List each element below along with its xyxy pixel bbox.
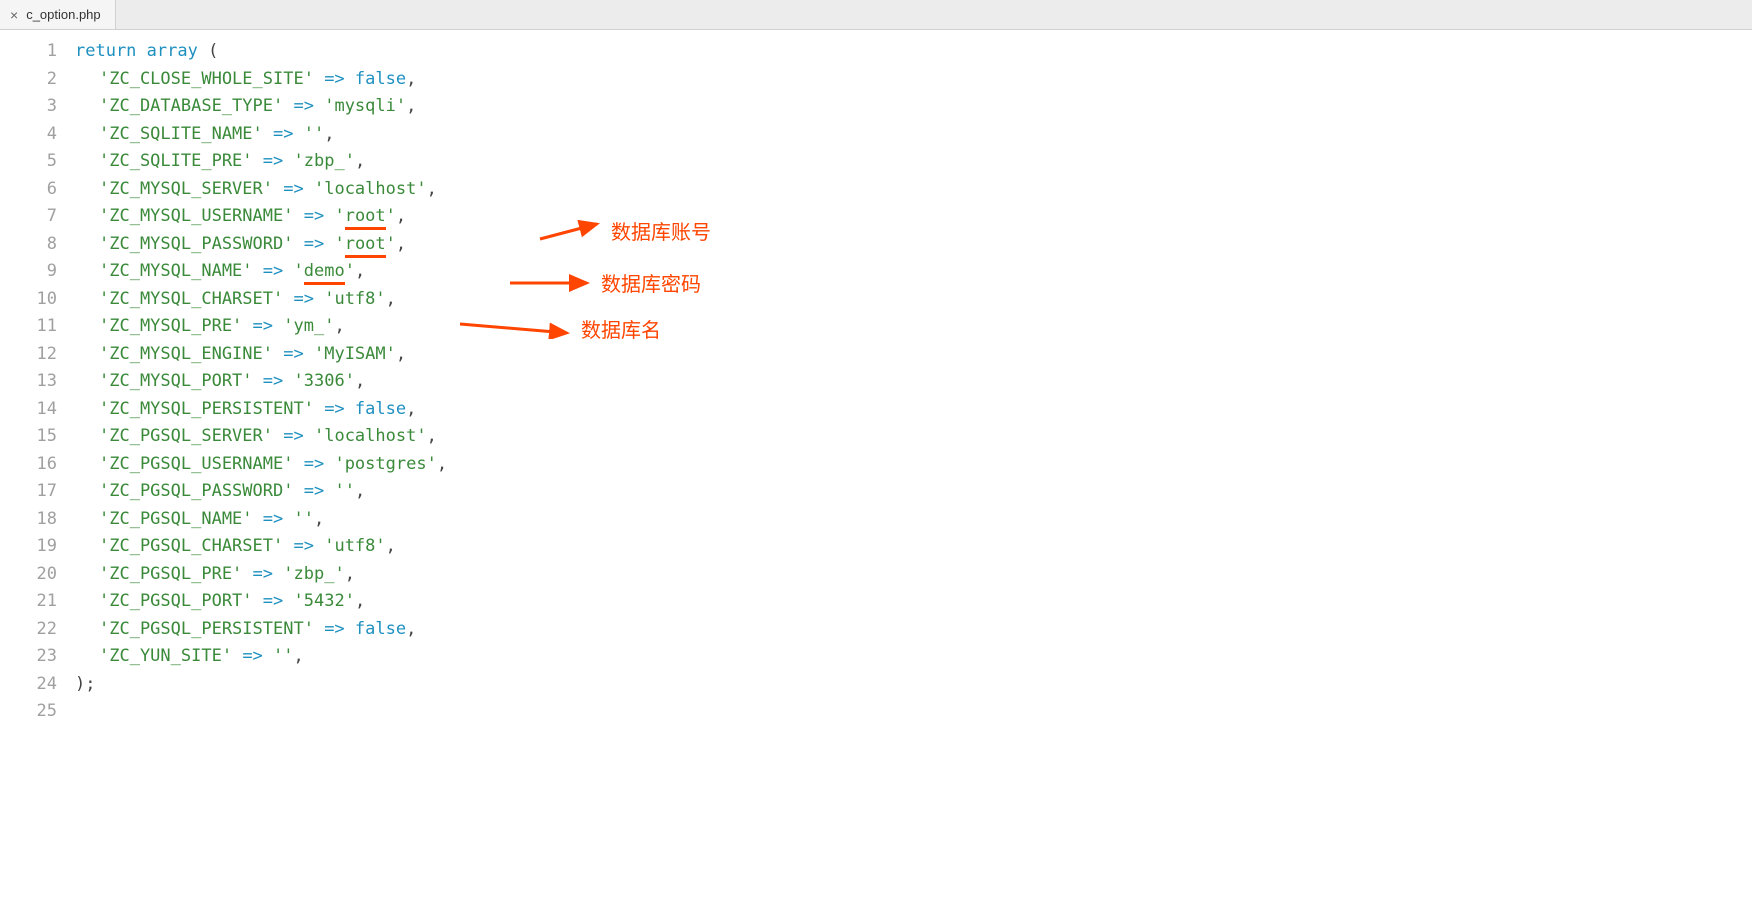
line-number: 24 [0, 671, 57, 699]
line-number-gutter: 1234567891011121314151617181920212223242… [0, 30, 75, 908]
tab-filename: c_option.php [26, 7, 100, 22]
code-line: 'ZC_PGSQL_CHARSET' => 'utf8', [75, 533, 1752, 561]
code-line: 'ZC_PGSQL_USERNAME' => 'postgres', [75, 451, 1752, 479]
line-number: 10 [0, 286, 57, 314]
code-line: 'ZC_MYSQL_NAME' => 'demo', [75, 258, 1752, 286]
line-number: 17 [0, 478, 57, 506]
code-line: 'ZC_MYSQL_USERNAME' => 'root', [75, 203, 1752, 231]
line-number: 14 [0, 396, 57, 424]
line-number: 3 [0, 93, 57, 121]
code-line: 'ZC_SQLITE_PRE' => 'zbp_', [75, 148, 1752, 176]
line-number: 4 [0, 121, 57, 149]
line-number: 22 [0, 616, 57, 644]
line-number: 6 [0, 176, 57, 204]
tab-bar: × c_option.php [0, 0, 1752, 30]
line-number: 5 [0, 148, 57, 176]
line-number: 1 [0, 38, 57, 66]
line-number: 19 [0, 533, 57, 561]
line-number: 12 [0, 341, 57, 369]
code-line: 'ZC_MYSQL_PRE' => 'ym_', [75, 313, 1752, 341]
code-line: ); [75, 671, 1752, 699]
code-line: 'ZC_SQLITE_NAME' => '', [75, 121, 1752, 149]
code-line: 'ZC_DATABASE_TYPE' => 'mysqli', [75, 93, 1752, 121]
line-number: 18 [0, 506, 57, 534]
line-number: 25 [0, 698, 57, 726]
code-line: 'ZC_PGSQL_PASSWORD' => '', [75, 478, 1752, 506]
line-number: 15 [0, 423, 57, 451]
code-line: 'ZC_PGSQL_NAME' => '', [75, 506, 1752, 534]
code-line: return array ( [75, 38, 1752, 66]
code-line: 'ZC_MYSQL_PASSWORD' => 'root', [75, 231, 1752, 259]
code-line: 'ZC_MYSQL_SERVER' => 'localhost', [75, 176, 1752, 204]
close-icon[interactable]: × [10, 7, 18, 23]
line-number: 7 [0, 203, 57, 231]
code-line: 'ZC_PGSQL_PRE' => 'zbp_', [75, 561, 1752, 589]
line-number: 2 [0, 66, 57, 94]
code-line: 'ZC_MYSQL_CHARSET' => 'utf8', [75, 286, 1752, 314]
file-tab[interactable]: × c_option.php [0, 0, 116, 29]
code-line: 'ZC_PGSQL_PERSISTENT' => false, [75, 616, 1752, 644]
code-line: 'ZC_CLOSE_WHOLE_SITE' => false, [75, 66, 1752, 94]
code-line: 'ZC_MYSQL_PORT' => '3306', [75, 368, 1752, 396]
line-number: 16 [0, 451, 57, 479]
editor[interactable]: 1234567891011121314151617181920212223242… [0, 30, 1752, 908]
line-number: 11 [0, 313, 57, 341]
line-number: 21 [0, 588, 57, 616]
line-number: 8 [0, 231, 57, 259]
line-number: 13 [0, 368, 57, 396]
code-line: 'ZC_YUN_SITE' => '', [75, 643, 1752, 671]
code-line: 'ZC_MYSQL_ENGINE' => 'MyISAM', [75, 341, 1752, 369]
code-line: 'ZC_PGSQL_SERVER' => 'localhost', [75, 423, 1752, 451]
code-content: return array ('ZC_CLOSE_WHOLE_SITE' => f… [75, 30, 1752, 908]
code-line: 'ZC_PGSQL_PORT' => '5432', [75, 588, 1752, 616]
line-number: 9 [0, 258, 57, 286]
code-line: 'ZC_MYSQL_PERSISTENT' => false, [75, 396, 1752, 424]
line-number: 23 [0, 643, 57, 671]
line-number: 20 [0, 561, 57, 589]
